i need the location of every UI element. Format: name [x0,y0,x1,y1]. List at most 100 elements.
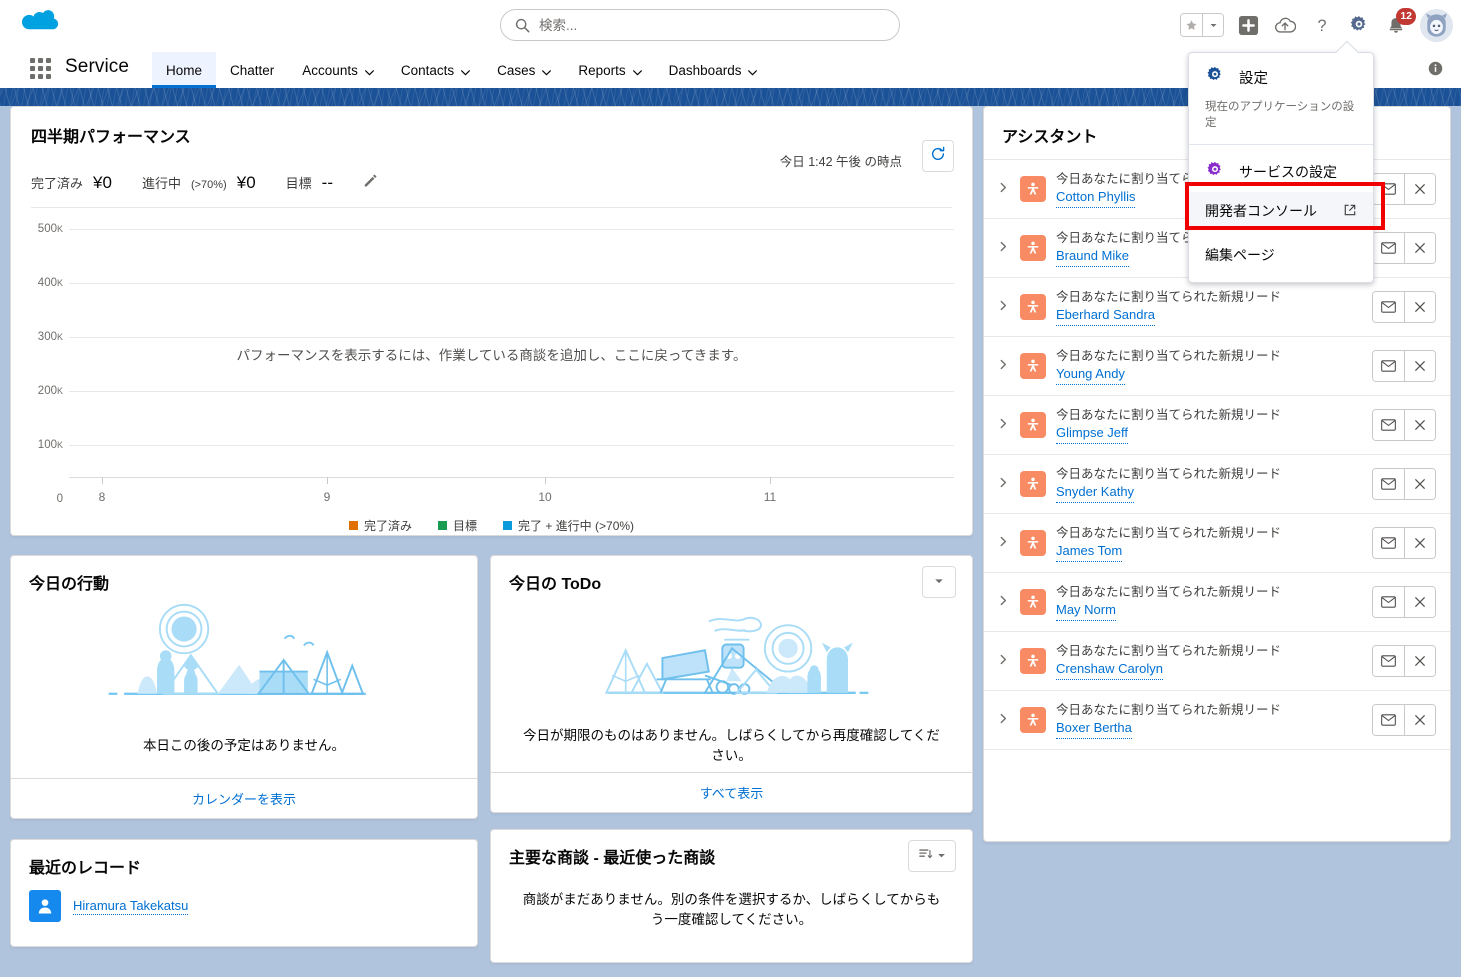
close-icon[interactable] [1404,528,1435,558]
chevron-right-icon[interactable] [998,358,1010,375]
envelope-icon[interactable] [1373,351,1404,381]
list-item[interactable]: 今日あなたに割り当てられた新規リード Crenshaw Carolyn [984,632,1450,691]
list-item[interactable]: 今日あなたに割り当てられた新規リード Eberhard Sandra [984,278,1450,337]
tab-cases[interactable]: Cases [483,52,564,88]
close-icon[interactable] [1404,705,1435,735]
setup-header-section: 設定 現在のアプリケーションの設定 [1189,53,1373,144]
assistant-item-record-link[interactable]: Braund Mike [1056,247,1129,267]
envelope-icon[interactable] [1373,292,1404,322]
pencil-icon[interactable] [363,174,377,193]
chevron-right-icon[interactable] [998,417,1010,434]
assistant-item-actions [1372,409,1436,441]
legend-item-closed-open[interactable]: 完了 + 進行中 (>70%) [503,517,634,534]
close-icon[interactable] [1404,587,1435,617]
chevron-right-icon[interactable] [998,712,1010,729]
assistant-item-record-link[interactable]: Eberhard Sandra [1056,306,1156,326]
envelope-icon[interactable] [1373,469,1404,499]
view-all-link[interactable]: すべて表示 [700,783,764,802]
recent-record-link[interactable]: Hiramura Takekatsu [73,898,189,915]
todo-title: 今日の ToDo [509,576,602,593]
info-icon[interactable] [1428,61,1443,81]
events-footer: カレンダーを表示 [11,778,477,818]
chevron-down-icon[interactable] [1202,14,1223,36]
close-icon[interactable] [1404,233,1435,263]
chevron-right-icon[interactable] [998,476,1010,493]
assistant-item-record-link[interactable]: Cotton Phyllis [1056,188,1136,208]
question-mark-icon[interactable]: ? [1309,12,1335,38]
chevron-right-icon[interactable] [998,535,1010,552]
assistant-item-record-link[interactable]: May Norm [1056,601,1116,621]
assistant-item-record-link[interactable]: Boxer Bertha [1056,719,1132,739]
assistant-item-text: 今日あなたに割り当てられた新規リード May Norm [1056,583,1362,621]
star-icon[interactable] [1181,14,1202,36]
list-item[interactable]: 今日あなたに割り当てられた新規リード Boxer Bertha [984,691,1450,750]
envelope-icon[interactable] [1373,587,1404,617]
chevron-right-icon[interactable] [998,594,1010,611]
view-calendar-link[interactable]: カレンダーを表示 [192,789,296,808]
tab-contacts[interactable]: Contacts [387,52,483,88]
setup-dropdown-menu: 設定 現在のアプリケーションの設定 サービスの設定 開発者コンソール 編集ページ [1188,40,1374,283]
menu-item-service-setup[interactable]: サービスの設定 [1189,151,1373,192]
close-icon[interactable] [1404,646,1435,676]
close-icon[interactable] [1404,351,1435,381]
user-avatar[interactable] [1420,8,1453,42]
cloud-upload-icon[interactable] [1272,12,1298,38]
close-icon[interactable] [1404,292,1435,322]
key-deals-sort-button[interactable] [908,840,956,872]
menu-item-edit-page[interactable]: 編集ページ [1189,236,1373,274]
lead-icon [1020,589,1046,615]
chevron-right-icon[interactable] [998,299,1010,316]
list-item[interactable]: 今日あなたに割り当てられた新規リード James Tom [984,514,1450,573]
tab-chatter[interactable]: Chatter [216,52,288,88]
tab-accounts[interactable]: Accounts [288,52,387,88]
todo-menu-button[interactable] [922,566,956,598]
list-item[interactable]: Hiramura Takekatsu [11,878,477,922]
legend-item-closed[interactable]: 完了済み [348,517,412,534]
stat-value-open: ¥0 [236,173,256,192]
list-item[interactable]: 今日あなたに割り当てられた新規リード Young Andy [984,337,1450,396]
salesforce-cloud-logo[interactable] [18,8,60,40]
menu-item-label: 開発者コンソール [1205,203,1317,219]
search-input[interactable] [539,17,885,33]
favorites-control[interactable] [1180,13,1224,37]
assistant-item-record-link[interactable]: Young Andy [1056,365,1125,385]
bell-icon[interactable]: 12 [1383,8,1416,38]
close-icon[interactable] [1404,469,1435,499]
legend-item-goal[interactable]: 目標 [437,517,477,534]
key-deals-header: 主要な商談 - 最近使った商談 [491,830,972,872]
chevron-right-icon[interactable] [998,653,1010,670]
assistant-item-record-link[interactable]: James Tom [1056,542,1123,562]
tab-dashboards[interactable]: Dashboards [655,52,771,88]
app-launcher-icon[interactable] [30,58,54,82]
chevron-right-icon[interactable] [998,181,1010,198]
list-item[interactable]: 今日あなたに割り当てられた新規リード Glimpse Jeff [984,396,1450,455]
close-icon[interactable] [1404,410,1435,440]
refresh-button[interactable] [922,140,954,172]
plus-icon[interactable] [1235,12,1261,38]
chevron-down-icon [937,847,946,865]
global-search[interactable] [500,9,900,41]
envelope-icon[interactable] [1373,410,1404,440]
gear-icon[interactable] [1346,12,1372,38]
close-icon[interactable] [1404,174,1435,204]
chevron-right-icon[interactable] [998,240,1010,257]
list-item[interactable]: 今日あなたに割り当てられた新規リード May Norm [984,573,1450,632]
assistant-item-record-link[interactable]: Snyder Kathy [1056,483,1135,503]
assistant-item-description: 今日あなたに割り当てられた新規リード [1056,408,1282,423]
envelope-icon[interactable] [1373,646,1404,676]
envelope-icon[interactable] [1373,174,1404,204]
assistant-item-record-link[interactable]: Crenshaw Carolyn [1056,660,1163,680]
y-tick-100k: 100K [37,439,63,451]
menu-item-developer-console[interactable]: 開発者コンソール [1189,192,1373,230]
envelope-icon[interactable] [1373,528,1404,558]
tab-home[interactable]: Home [152,52,217,88]
tab-label: Accounts [302,62,358,78]
envelope-icon[interactable] [1373,233,1404,263]
assistant-item-record-link[interactable]: Glimpse Jeff [1056,424,1129,444]
assistant-item-description: 今日あなたに割り当てられた新規リード [1056,467,1282,482]
tab-reports[interactable]: Reports [564,52,654,88]
envelope-icon[interactable] [1373,705,1404,735]
list-item[interactable]: 今日あなたに割り当てられた新規リード Snyder Kathy [984,455,1450,514]
assistant-item-text: 今日あなたに割り当てられた新規リード Eberhard Sandra [1056,288,1362,326]
lead-icon [1020,353,1046,379]
